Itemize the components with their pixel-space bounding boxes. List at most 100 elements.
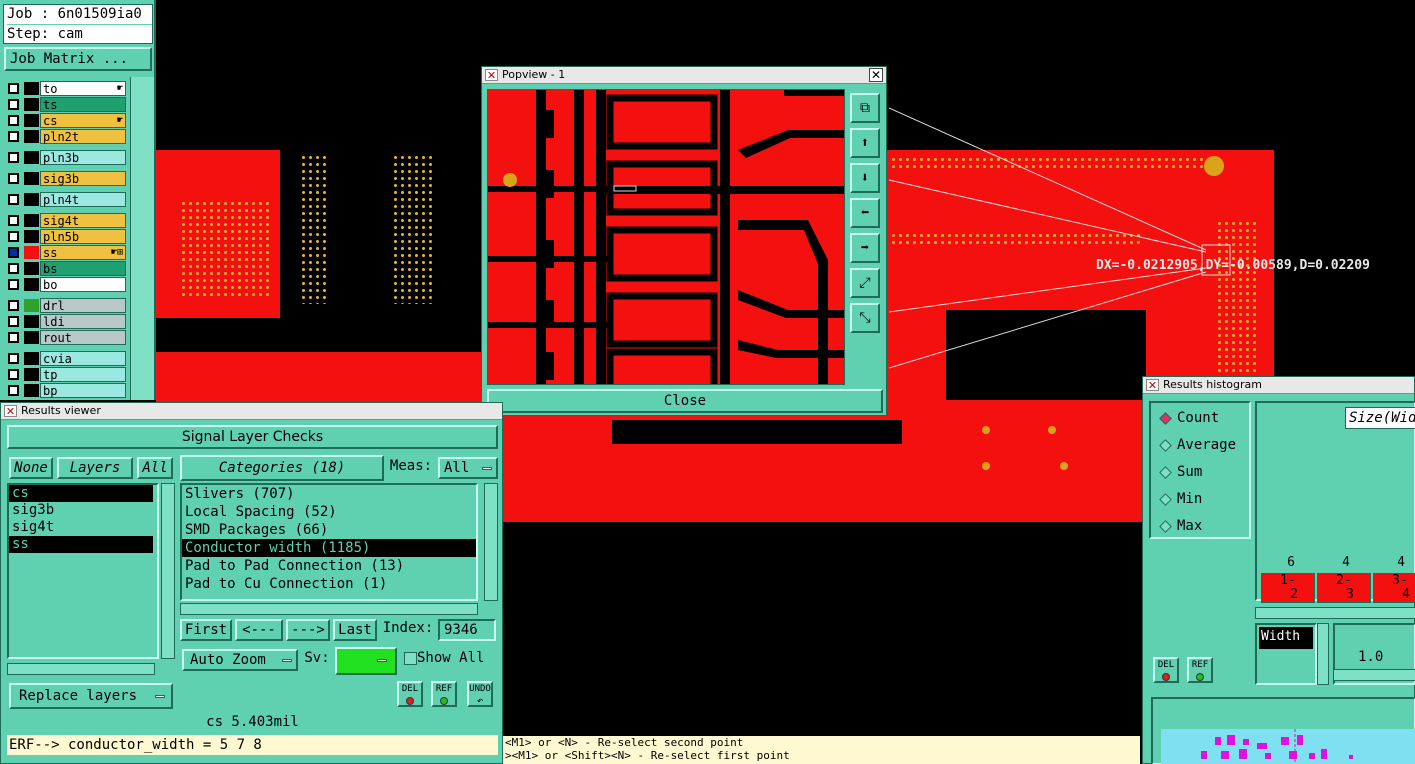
histogram-scale-slider[interactable] [1333,669,1415,681]
layer-row-cs[interactable]: cs ☛ [4,113,128,128]
layer-row-ss[interactable]: ss ☛⊞ [4,245,128,260]
layer-checkbox[interactable] [8,279,19,290]
layer-checkbox[interactable] [8,99,19,110]
first-result-button[interactable]: First [180,619,232,641]
result-layer-item[interactable]: cs [9,485,153,502]
select-all-button[interactable]: All [137,457,173,479]
layer-name[interactable]: tp [40,367,126,382]
popview-tool-zoom-fit-button[interactable]: ⧉ [850,93,880,123]
layer-color-swatch[interactable] [24,262,39,275]
layer-name[interactable]: pln4t [40,192,126,207]
category-item[interactable]: Local Spacing (52) [182,503,476,521]
window-menu-icon[interactable]: ✕ [4,405,17,417]
layer-color-swatch[interactable] [24,98,39,111]
popview-tool-zoom-out-button[interactable]: ⤡ [850,303,880,333]
index-input[interactable]: 9346 [438,619,496,641]
layer-name[interactable]: ldi [40,314,126,329]
layer-row-bs[interactable]: bs [4,261,128,276]
popview-tool-pan-left-button[interactable]: ⬅ [850,198,880,228]
layer-row-rout[interactable]: rout [4,330,128,345]
category-list-hscroll[interactable] [180,603,478,615]
layer-name[interactable]: pln5b [40,229,126,244]
result-layer-item[interactable]: sig3b [9,502,153,519]
layer-color-swatch[interactable] [24,246,39,259]
histogram-mode-min[interactable]: Min [1159,488,1202,510]
layer-row-sig3b[interactable]: sig3b [4,171,128,186]
histogram-bin[interactable]: 1- 2 [1261,573,1315,603]
results-viewer-title-bar[interactable]: ✕ Results viewer [1,403,502,420]
category-item[interactable]: SMD Packages (66) [182,521,476,539]
layer-color-swatch[interactable] [24,368,39,381]
select-none-button[interactable]: None [9,457,53,479]
layer-row-bo[interactable]: bo [4,277,128,292]
meas-dropdown[interactable]: All [438,457,498,479]
layer-checkbox[interactable] [8,83,19,94]
layer-row-pln2t[interactable]: pln2t [4,129,128,144]
result-layer-item[interactable]: ss [9,536,153,553]
layer-name[interactable]: ss ☛⊞ [40,245,126,260]
category-item[interactable]: Pad to Cu Connection (1) [182,575,476,593]
histogram-hscroll[interactable] [1255,607,1415,619]
last-result-button[interactable]: Last [333,619,377,641]
layer-row-ts[interactable]: ts [4,97,128,112]
layer-checkbox[interactable] [8,353,19,364]
popview-canvas[interactable] [487,89,845,385]
layer-row-drl[interactable]: drl [4,298,128,313]
layer-color-swatch[interactable] [24,151,39,164]
layer-color-swatch[interactable] [24,214,39,227]
histogram-delete-button[interactable]: DEL [1153,657,1179,683]
window-menu-icon[interactable]: ✕ [485,69,498,81]
layer-checkbox[interactable] [8,332,19,343]
job-matrix-button[interactable]: Job Matrix ... [4,47,152,71]
command-line[interactable]: ERF--> conductor_width = 5 7 8 [7,735,498,755]
category-list[interactable]: Slivers (707) Local Spacing (52) SMD Packa… [180,483,478,601]
layer-list-vscroll[interactable] [161,483,175,659]
layer-checkbox[interactable] [8,300,19,311]
layer-color-swatch[interactable] [24,114,39,127]
layer-row-sig4t[interactable]: sig4t [4,213,128,228]
layer-list-hscroll[interactable] [7,663,155,675]
layer-row-ldi[interactable]: ldi [4,314,128,329]
layer-checkbox[interactable] [8,152,19,163]
layer-color-swatch[interactable] [24,352,39,365]
layer-color-swatch[interactable] [24,193,39,206]
histogram-plot[interactable]: Size(Wid 6 4 4 1- 2 2- 3 3- 4 [1255,401,1415,603]
layer-name[interactable]: ts [40,97,126,112]
histogram-title-bar[interactable]: ✕ Results histogram [1143,377,1414,394]
layer-checkbox[interactable] [8,263,19,274]
layer-name[interactable]: rout [40,330,126,345]
layer-checkbox[interactable] [8,385,19,396]
layer-checkbox[interactable] [8,247,19,258]
histogram-reference-button[interactable]: REF [1187,657,1213,683]
window-menu-icon[interactable]: ✕ [1146,379,1159,391]
layer-color-swatch[interactable] [24,384,39,397]
show-all-checkbox[interactable] [404,652,417,665]
layer-row-pln3b[interactable]: pln3b [4,150,128,165]
category-item[interactable]: Slivers (707) [182,485,476,503]
category-list-vscroll[interactable] [484,483,498,601]
layer-checkbox[interactable] [8,215,19,226]
popview-tool-pan-up-button[interactable]: ⬆ [850,128,880,158]
layer-checkbox[interactable] [8,316,19,327]
layer-name[interactable]: pln3b [40,150,126,165]
replace-layers-dropdown[interactable]: Replace layers [9,683,173,709]
layer-color-swatch[interactable] [24,172,39,185]
layer-name[interactable]: sig4t [40,213,126,228]
layer-color-swatch[interactable] [24,130,39,143]
histogram-bin[interactable]: 2- 3 [1317,573,1371,603]
layer-color-swatch[interactable] [24,331,39,344]
popview-tool-pan-right-button[interactable]: ➡ [850,233,880,263]
layer-row-to[interactable]: to ☛ [4,81,128,96]
layer-color-swatch[interactable] [24,230,39,243]
layer-name[interactable]: cs ☛ [40,113,126,128]
layers-heading-button[interactable]: Layers [57,457,133,479]
result-layer-list[interactable]: cs sig3b sig4t ss [7,483,159,659]
undo-button[interactable]: UNDO ↶ [467,681,493,707]
layer-name[interactable]: drl [40,298,126,313]
layer-checkbox[interactable] [8,115,19,126]
layer-name[interactable]: cvia [40,351,126,366]
layer-name[interactable]: bp [40,383,126,398]
layer-color-swatch[interactable] [24,315,39,328]
histogram-mode-max[interactable]: Max [1159,515,1202,537]
close-icon[interactable]: ✕ [869,68,883,82]
